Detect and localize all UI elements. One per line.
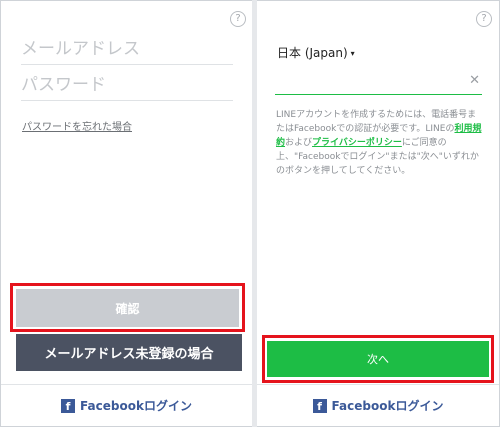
dropdown-caret-icon: ▾ — [350, 49, 355, 58]
password-placeholder: パスワード — [21, 75, 106, 95]
highlight-box-confirm — [10, 283, 245, 332]
phone-number-input[interactable]: ✕ — [275, 69, 482, 95]
privacy-policy-link[interactable]: プライバシーポリシー — [312, 138, 402, 148]
country-label: 日本 (Japan) — [277, 46, 348, 60]
clear-icon[interactable]: ✕ — [469, 73, 480, 88]
facebook-icon: f — [61, 398, 76, 413]
no-email-registered-button[interactable]: メールアドレス未登録の場合 — [16, 334, 242, 371]
help-icon[interactable]: ? — [476, 11, 492, 27]
password-field[interactable]: パスワード — [21, 73, 233, 101]
country-selector[interactable]: 日本 (Japan) ▾ — [277, 44, 355, 61]
help-icon[interactable]: ? — [230, 11, 246, 27]
email-placeholder: メールアドレス — [21, 39, 140, 59]
facebook-login-button[interactable]: f Facebookログイン — [1, 384, 252, 426]
forgot-password-link[interactable]: パスワードを忘れた場合 — [22, 118, 132, 133]
highlight-box-next — [262, 335, 494, 383]
facebook-login-label: Facebookログイン — [80, 399, 192, 413]
notice-text-1: LINEアカウントを作成するためには、電話番号またはFacebookでの認証が必… — [276, 110, 477, 134]
email-field[interactable]: メールアドレス — [21, 37, 233, 65]
facebook-icon: f — [312, 398, 327, 413]
signup-notice: LINEアカウントを作成するためには、電話番号またはFacebookでの認証が必… — [276, 108, 484, 178]
notice-text-2: および — [285, 138, 313, 148]
facebook-login-label: Facebookログイン — [331, 399, 444, 413]
facebook-login-button[interactable]: f Facebookログイン — [257, 384, 499, 426]
email-login-screen: ? メールアドレス パスワード パスワードを忘れた場合 確認 メールアドレス未登… — [1, 1, 252, 426]
phone-signup-screen: ? 日本 (Japan) ▾ ✕ LINEアカウントを作成するためには、電話番号ま… — [257, 1, 499, 426]
